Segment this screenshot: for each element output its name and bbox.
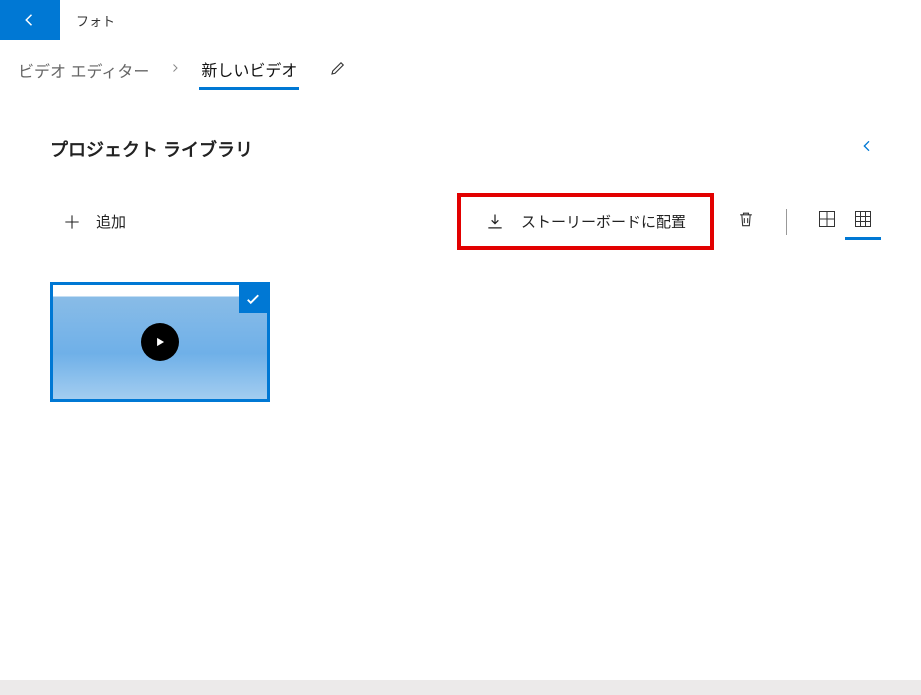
back-button[interactable] xyxy=(0,0,60,40)
place-in-storyboard-button[interactable]: ストーリーボードに配置 xyxy=(457,193,714,250)
rename-button[interactable] xyxy=(329,59,347,82)
place-in-storyboard-label: ストーリーボードに配置 xyxy=(521,211,686,232)
plus-icon xyxy=(62,212,82,232)
add-button[interactable]: 追加 xyxy=(50,203,138,240)
check-icon xyxy=(244,290,262,308)
breadcrumb-item-video-editor[interactable]: ビデオ エディター xyxy=(16,52,151,88)
breadcrumb-item-new-video[interactable]: 新しいビデオ xyxy=(199,51,299,90)
pencil-icon xyxy=(329,59,347,77)
breadcrumb: ビデオ エディター 新しいビデオ xyxy=(0,40,921,100)
grid-3x3-icon xyxy=(853,209,873,229)
trash-icon xyxy=(736,209,756,229)
place-icon xyxy=(485,212,505,232)
app-title: フォト xyxy=(60,11,115,30)
delete-button[interactable] xyxy=(728,201,764,242)
chevron-left-icon xyxy=(859,138,875,154)
view-small-grid-button[interactable] xyxy=(845,203,881,240)
footer-gap xyxy=(0,680,921,695)
grid-2x2-icon xyxy=(817,209,837,229)
section-header: プロジェクト ライブラリ xyxy=(50,132,881,165)
section-title: プロジェクト ライブラリ xyxy=(50,136,253,162)
arrow-left-icon xyxy=(21,11,39,29)
video-thumbnail[interactable] xyxy=(50,282,270,402)
add-button-label: 追加 xyxy=(96,211,126,232)
chevron-right-icon xyxy=(169,61,181,79)
library-toolbar: 追加 ストーリーボードに配置 xyxy=(50,193,881,250)
play-overlay[interactable] xyxy=(141,323,179,361)
thumbnail-list xyxy=(50,282,881,402)
collapse-button[interactable] xyxy=(853,132,881,165)
view-large-grid-button[interactable] xyxy=(809,203,845,240)
main-panel: プロジェクト ライブラリ 追加 ストーリーボードに配置 xyxy=(0,100,921,680)
play-icon xyxy=(153,335,167,349)
title-bar: フォト xyxy=(0,0,921,40)
thumbnail-selected-badge[interactable] xyxy=(239,285,267,313)
thumbnail-browser-bar xyxy=(53,285,267,295)
toolbar-separator xyxy=(786,209,787,235)
